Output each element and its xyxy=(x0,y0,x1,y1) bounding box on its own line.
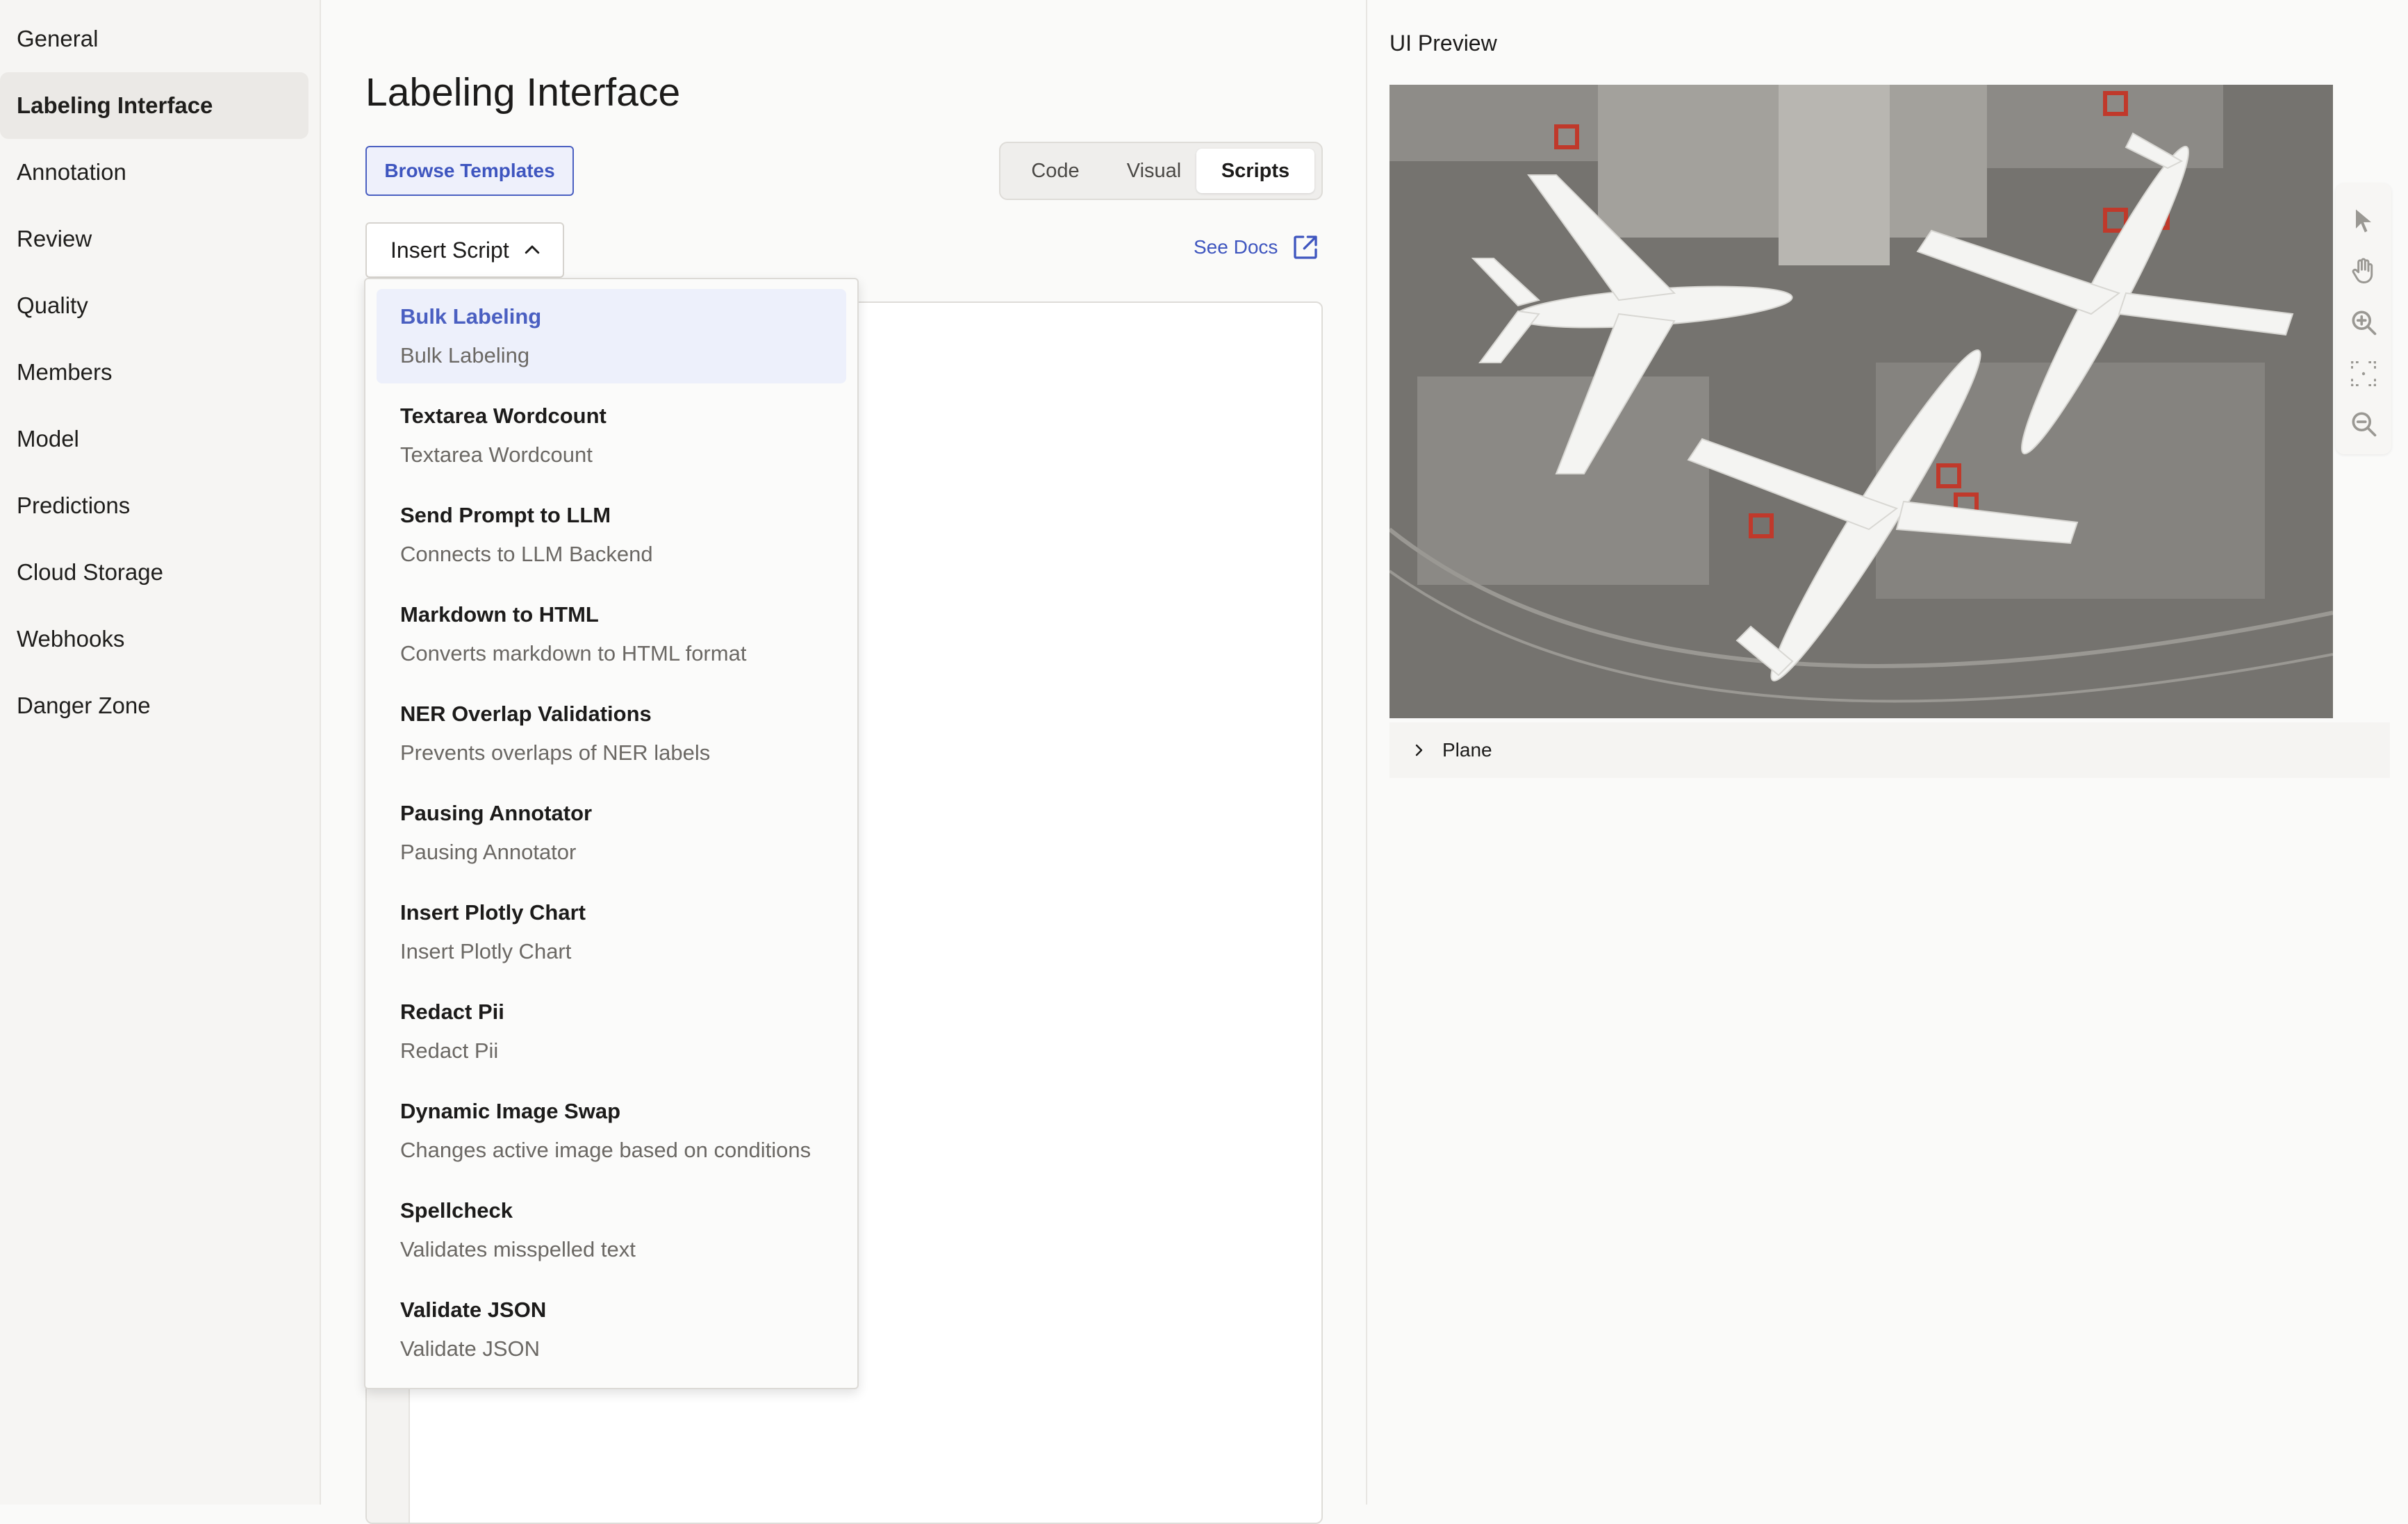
menu-item-title: Send Prompt to LLM xyxy=(400,503,611,527)
menu-item-title: Validate JSON xyxy=(400,1298,547,1322)
sidebar-item-labeling-interface[interactable]: Labeling Interface xyxy=(0,72,308,139)
menu-item-subtitle: Validates misspelled text xyxy=(400,1237,636,1261)
menu-item-subtitle: Converts markdown to HTML format xyxy=(400,641,747,665)
external-link-icon xyxy=(1294,235,1318,259)
menu-item-subtitle: Redact Pii xyxy=(400,1038,499,1063)
menu-item-title: Bulk Labeling xyxy=(400,304,542,329)
hand-icon[interactable] xyxy=(2348,256,2379,286)
menu-item-dynamic-image-swap[interactable]: Dynamic Image Swap Changes active image … xyxy=(377,1084,846,1178)
menu-item-subtitle: Prevents overlaps of NER labels xyxy=(400,740,711,765)
sidebar-item-members[interactable]: Members xyxy=(0,339,308,406)
chevron-up-icon xyxy=(525,245,539,254)
chevron-right-icon xyxy=(1415,744,1423,756)
menu-item-title: Textarea Wordcount xyxy=(400,404,607,428)
insert-script-menu: Bulk Labeling Bulk Labeling Textarea Wor… xyxy=(364,278,859,1389)
menu-item-title: NER Overlap Validations xyxy=(400,702,652,726)
zoom-in-icon[interactable] xyxy=(2348,307,2379,338)
sidebar-item-cloud-storage[interactable]: Cloud Storage xyxy=(0,539,308,606)
menu-item-subtitle: Changes active image based on conditions xyxy=(400,1138,811,1162)
see-docs-link[interactable]: See Docs xyxy=(1194,233,1319,261)
menu-item-title: Redact Pii xyxy=(400,1000,504,1024)
browse-templates-button[interactable]: Browse Templates xyxy=(365,146,574,196)
menu-item-pausing-annotator[interactable]: Pausing Annotator Pausing Annotator xyxy=(377,786,846,880)
menu-item-title: Spellcheck xyxy=(400,1198,513,1223)
tab-visual[interactable]: Visual xyxy=(1109,149,1199,193)
sidebar-item-annotation[interactable]: Annotation xyxy=(0,139,308,206)
sidebar-item-quality[interactable]: Quality xyxy=(0,272,308,339)
editor-mode-tabs: Code Visual Scripts xyxy=(999,142,1323,200)
image-toolbar xyxy=(2336,183,2391,454)
sidebar-item-review[interactable]: Review xyxy=(0,206,308,272)
sidebar-item-danger-zone[interactable]: Danger Zone xyxy=(0,672,308,739)
sidebar-item-predictions[interactable]: Predictions xyxy=(0,472,308,539)
tab-scripts[interactable]: Scripts xyxy=(1196,149,1314,193)
see-docs-label: See Docs xyxy=(1194,236,1278,258)
menu-item-subtitle: Pausing Annotator xyxy=(400,840,577,864)
page-title: Labeling Interface xyxy=(365,70,681,115)
insert-script-dropdown[interactable]: Insert Script xyxy=(365,222,564,278)
fit-to-screen-icon[interactable] xyxy=(2348,358,2379,389)
menu-item-ner-overlap-validations[interactable]: NER Overlap Validations Prevents overlap… xyxy=(377,686,846,781)
preview-title: UI Preview xyxy=(1389,31,1497,56)
menu-item-title: Dynamic Image Swap xyxy=(400,1099,621,1123)
label-list-item[interactable]: Plane xyxy=(1389,722,2390,778)
airport-aerial-image xyxy=(1389,85,2333,718)
label-name: Plane xyxy=(1442,739,1492,761)
menu-item-markdown-to-html[interactable]: Markdown to HTML Converts markdown to HT… xyxy=(377,587,846,681)
ui-preview-panel: UI Preview Plane xyxy=(1366,0,2408,1505)
menu-item-subtitle: Insert Plotly Chart xyxy=(400,939,572,963)
menu-item-bulk-labeling[interactable]: Bulk Labeling Bulk Labeling xyxy=(377,289,846,383)
menu-item-send-prompt-to-llm[interactable]: Send Prompt to LLM Connects to LLM Backe… xyxy=(377,488,846,582)
insert-script-label: Insert Script xyxy=(390,237,509,263)
menu-item-title: Insert Plotly Chart xyxy=(400,900,586,925)
menu-item-subtitle: Connects to LLM Backend xyxy=(400,542,653,566)
sidebar-item-model[interactable]: Model xyxy=(0,406,308,472)
menu-item-title: Pausing Annotator xyxy=(400,801,593,825)
menu-item-subtitle: Bulk Labeling xyxy=(400,343,530,367)
sidebar-item-general[interactable]: General xyxy=(0,6,308,72)
menu-item-textarea-wordcount[interactable]: Textarea Wordcount Textarea Wordcount xyxy=(377,388,846,483)
menu-item-subtitle: Textarea Wordcount xyxy=(400,442,593,467)
settings-sidebar: General Labeling Interface Annotation Re… xyxy=(0,0,321,1505)
menu-item-insert-plotly-chart[interactable]: Insert Plotly Chart Insert Plotly Chart xyxy=(377,885,846,979)
tab-code[interactable]: Code xyxy=(1014,149,1096,193)
menu-item-subtitle: Validate JSON xyxy=(400,1336,541,1361)
menu-item-validate-json[interactable]: Validate JSON Validate JSON xyxy=(377,1282,846,1377)
menu-item-redact-pii[interactable]: Redact Pii Redact Pii xyxy=(377,984,846,1079)
menu-item-spellcheck[interactable]: Spellcheck Validates misspelled text xyxy=(377,1183,846,1277)
preview-image[interactable] xyxy=(1389,85,2333,718)
menu-item-title: Markdown to HTML xyxy=(400,602,599,627)
zoom-out-icon[interactable] xyxy=(2348,408,2379,439)
sidebar-item-webhooks[interactable]: Webhooks xyxy=(0,606,308,672)
pointer-icon[interactable] xyxy=(2348,206,2379,236)
